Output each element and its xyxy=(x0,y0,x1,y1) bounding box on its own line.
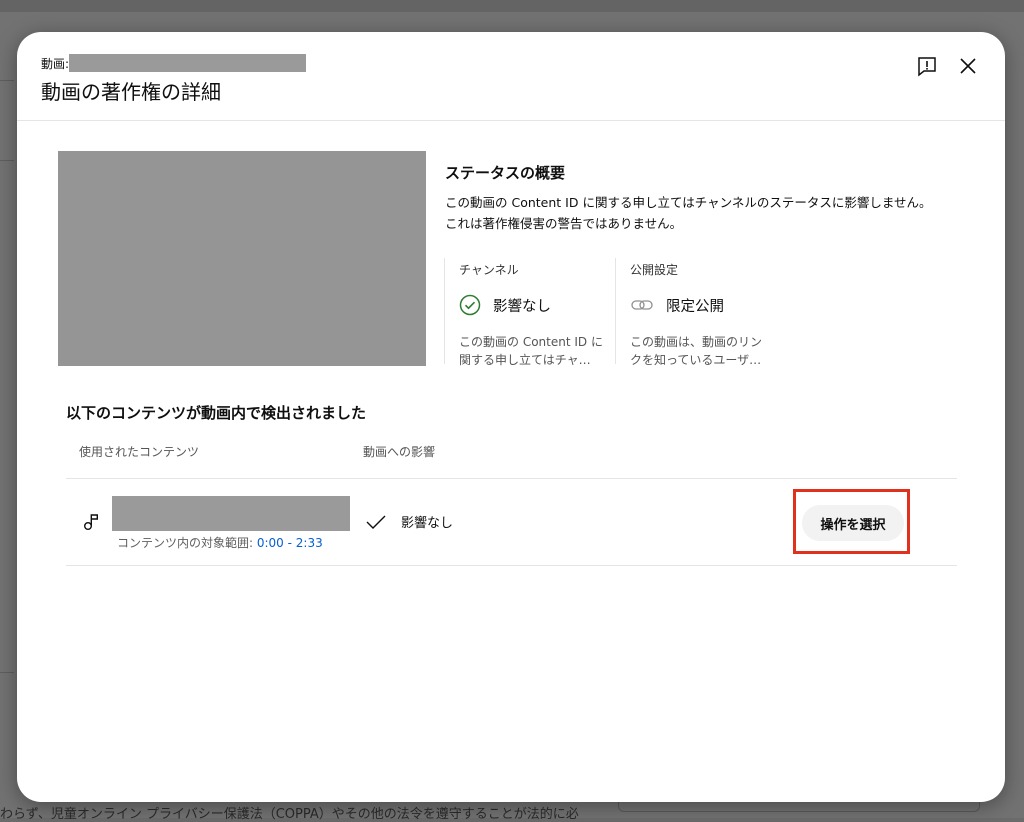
visibility-status: 公開設定 限定公開 この動画は、動画のリン クを知っているユーザ… xyxy=(615,258,785,367)
status-line: この動画の Content ID に関する申し立てはチャンネルのステータスに影響… xyxy=(445,195,932,210)
dialog-title: 動画の著作権の詳細 xyxy=(41,80,221,104)
impact: 影響なし xyxy=(365,512,453,531)
visibility-label: 公開設定 xyxy=(630,263,679,277)
divider xyxy=(0,80,14,81)
dialog-header: 動画: 動画の著作権の詳細 xyxy=(17,32,1005,121)
range-link[interactable]: 0:00 - 2:33 xyxy=(257,536,323,550)
select-action-button[interactable]: 操作を選択 xyxy=(802,505,904,541)
desc-line: この動画は、動画のリン xyxy=(630,335,763,349)
video-name: 動画: xyxy=(41,54,307,72)
check-icon xyxy=(366,515,386,529)
background-text: わらず、児童オンライン プライバシー保護法（COPPA）やその他の法令を遵守する… xyxy=(0,807,579,822)
desc-line: この動画の Content ID に xyxy=(459,335,603,349)
visibility-description: この動画は、動画のリン クを知っているユーザ… xyxy=(630,333,785,369)
desc-line: 関する申し立てはチャ… xyxy=(459,353,591,367)
channel-label: チャンネル xyxy=(459,263,519,277)
redacted-video-title xyxy=(69,54,307,72)
status-summary-title: ステータスの概要 xyxy=(445,164,566,182)
channel-status: チャンネル 影響なし この動画の Content ID に 関する申し立てはチャ… xyxy=(444,258,614,367)
desc-line: クを知っているユーザ… xyxy=(630,353,762,367)
column-header-impact: 動画への影響 xyxy=(363,445,436,459)
close-icon[interactable] xyxy=(954,52,982,80)
copyright-details-dialog: 動画: 動画の著作権の詳細 ステータスの概要 この動画の Content ID … xyxy=(17,32,1005,802)
channel-value-text: 影響なし xyxy=(493,298,551,315)
divider xyxy=(66,565,957,566)
redacted-content-title xyxy=(112,496,350,531)
video-thumbnail xyxy=(58,151,426,366)
video-label: 動画: xyxy=(41,56,70,71)
divider xyxy=(66,478,957,479)
divider xyxy=(0,160,14,161)
channel-value: 影響なし xyxy=(459,294,614,316)
feedback-icon[interactable] xyxy=(913,52,941,80)
column-header-content: 使用されたコンテンツ xyxy=(79,445,200,459)
music-note-icon xyxy=(84,514,98,530)
visibility-value-text: 限定公開 xyxy=(666,298,724,315)
divider xyxy=(0,672,14,673)
status-line: これは著作権侵害の警告ではありません。 xyxy=(445,216,683,231)
range-label: コンテンツ内の対象範囲: xyxy=(117,536,257,550)
channel-description: この動画の Content ID に 関する申し立てはチャ… xyxy=(459,333,614,369)
check-circle-icon xyxy=(459,294,481,316)
visibility-value: 限定公開 xyxy=(630,294,785,316)
detected-content-title: 以下のコンテンツが動画内で検出されました xyxy=(66,404,367,422)
impact-text: 影響なし xyxy=(401,516,454,531)
status-summary-text: この動画の Content ID に関する申し立てはチャンネルのステータスに影響… xyxy=(445,192,965,234)
content-range: コンテンツ内の対象範囲: 0:00 - 2:33 xyxy=(117,534,323,551)
background-header xyxy=(0,0,1024,12)
link-icon xyxy=(631,300,653,310)
